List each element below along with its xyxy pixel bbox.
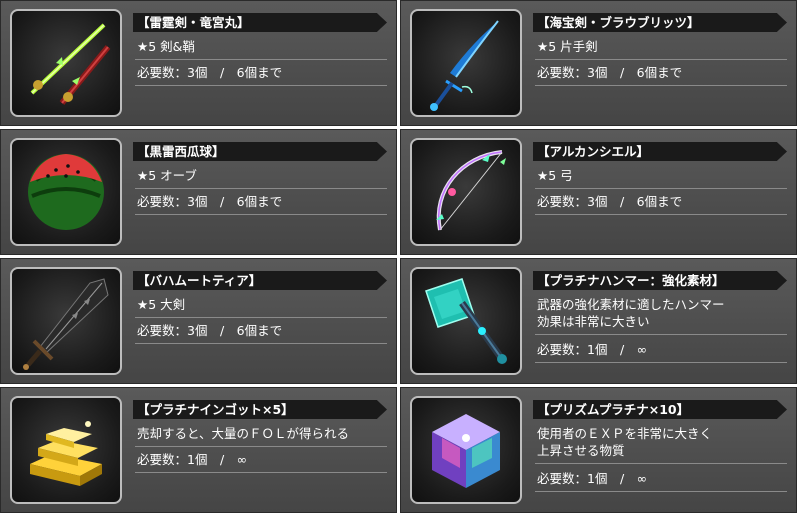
item-title: 【プリズムプラチナ×10】 — [533, 400, 787, 419]
platinum-hammer-icon — [425, 278, 507, 364]
item-card-kokurai-suikadama[interactable]: 【黒雷西瓜球】 ★5 オーブ 必要数：3個 / 6個まで — [0, 129, 397, 255]
divider — [535, 214, 787, 215]
item-description-cont: 上昇させる物質 — [537, 443, 625, 458]
item-description: 使用者のＥＸＰを非常に大きく — [537, 426, 713, 441]
item-title: 【プラチナインゴット×5】 — [133, 400, 387, 419]
divider — [535, 85, 787, 86]
item-description: ★5 オーブ — [137, 168, 197, 183]
item-description: ★5 弓 — [537, 168, 573, 183]
item-thumbnail — [410, 267, 522, 375]
item-thumbnail — [10, 396, 122, 504]
item-requirement: 必要数：3個 / 6個まで — [137, 323, 283, 338]
greatsword-icon — [23, 278, 109, 370]
item-requirement: 必要数：1個 / ∞ — [537, 342, 648, 357]
blue-sword-icon — [430, 20, 499, 111]
item-title: 【黒雷西瓜球】 — [133, 142, 387, 161]
item-description: 売却すると、大量のＦＯＬが得られる — [137, 426, 350, 441]
item-description: ★5 大剣 — [137, 297, 186, 312]
item-title: 【アルカンシエル】 — [533, 142, 787, 161]
item-requirement: 必要数：3個 / 6個まで — [137, 65, 283, 80]
gold-ingot-icon — [30, 421, 102, 486]
item-description: ★5 片手剣 — [537, 39, 598, 54]
divider — [135, 59, 387, 60]
divider — [535, 334, 787, 335]
item-requirement: 必要数：3個 / 6個まで — [137, 194, 283, 209]
item-card-blaublitz[interactable]: 【海宝剣・ブラウブリッツ】 ★5 片手剣 必要数：3個 / 6個まで — [400, 0, 797, 126]
item-title: 【プラチナハンマー：強化素材】 — [533, 271, 787, 290]
item-thumbnail — [10, 9, 122, 117]
item-card-platinum-hammer[interactable]: 【プラチナハンマー：強化素材】 武器の強化素材に適したハンマー 効果は非常に大き… — [400, 258, 797, 384]
item-description-cont: 効果は非常に大きい — [537, 314, 650, 329]
divider — [135, 85, 387, 86]
item-description: ★5 剣&鞘 — [137, 39, 195, 54]
katana-sheath-icon — [30, 23, 111, 105]
divider — [135, 343, 387, 344]
item-card-platinum-ingot[interactable]: 【プラチナインゴット×5】 売却すると、大量のＦＯＬが得られる 必要数：1個 /… — [0, 387, 397, 513]
divider — [135, 214, 387, 215]
item-description: 武器の強化素材に適したハンマー — [537, 297, 725, 312]
item-card-arcensiel[interactable]: 【アルカンシエル】 ★5 弓 必要数：3個 / 6個まで — [400, 129, 797, 255]
item-requirement: 必要数：3個 / 6個まで — [537, 65, 683, 80]
item-thumbnail — [410, 396, 522, 504]
item-thumbnail — [410, 138, 522, 246]
divider — [535, 59, 787, 60]
item-requirement: 必要数：3個 / 6個まで — [537, 194, 683, 209]
divider — [535, 491, 787, 492]
item-title: 【雷霆剣・竜宮丸】 — [133, 13, 387, 32]
divider — [535, 188, 787, 189]
item-title: 【海宝剣・ブラウブリッツ】 — [533, 13, 787, 32]
item-title: 【バハムートティア】 — [133, 271, 387, 290]
item-card-prism-platinum[interactable]: 【プリズムプラチナ×10】 使用者のＥＸＰを非常に大きく 上昇させる物質 必要数… — [400, 387, 797, 513]
divider — [135, 317, 387, 318]
item-requirement: 必要数：1個 / ∞ — [137, 452, 248, 467]
watermelon-orb-icon — [28, 154, 104, 230]
divider — [135, 446, 387, 447]
divider — [135, 472, 387, 473]
item-requirement: 必要数：1個 / ∞ — [537, 471, 648, 486]
item-thumbnail — [10, 138, 122, 246]
prism-cube-icon — [432, 414, 500, 488]
divider — [535, 362, 787, 363]
item-card-raiteiken[interactable]: 【雷霆剣・竜宮丸】 ★5 剣&鞘 必要数：3個 / 6個まで — [0, 0, 397, 126]
bow-icon — [436, 150, 506, 231]
divider — [535, 463, 787, 464]
shop-item-grid: 【雷霆剣・竜宮丸】 ★5 剣&鞘 必要数：3個 / 6個まで 【海宝剣・ブラウブ… — [0, 0, 798, 514]
divider — [135, 188, 387, 189]
item-thumbnail — [410, 9, 522, 117]
item-card-bahamut-tear[interactable]: 【バハムートティア】 ★5 大剣 必要数：3個 / 6個まで — [0, 258, 397, 384]
item-thumbnail — [10, 267, 122, 375]
